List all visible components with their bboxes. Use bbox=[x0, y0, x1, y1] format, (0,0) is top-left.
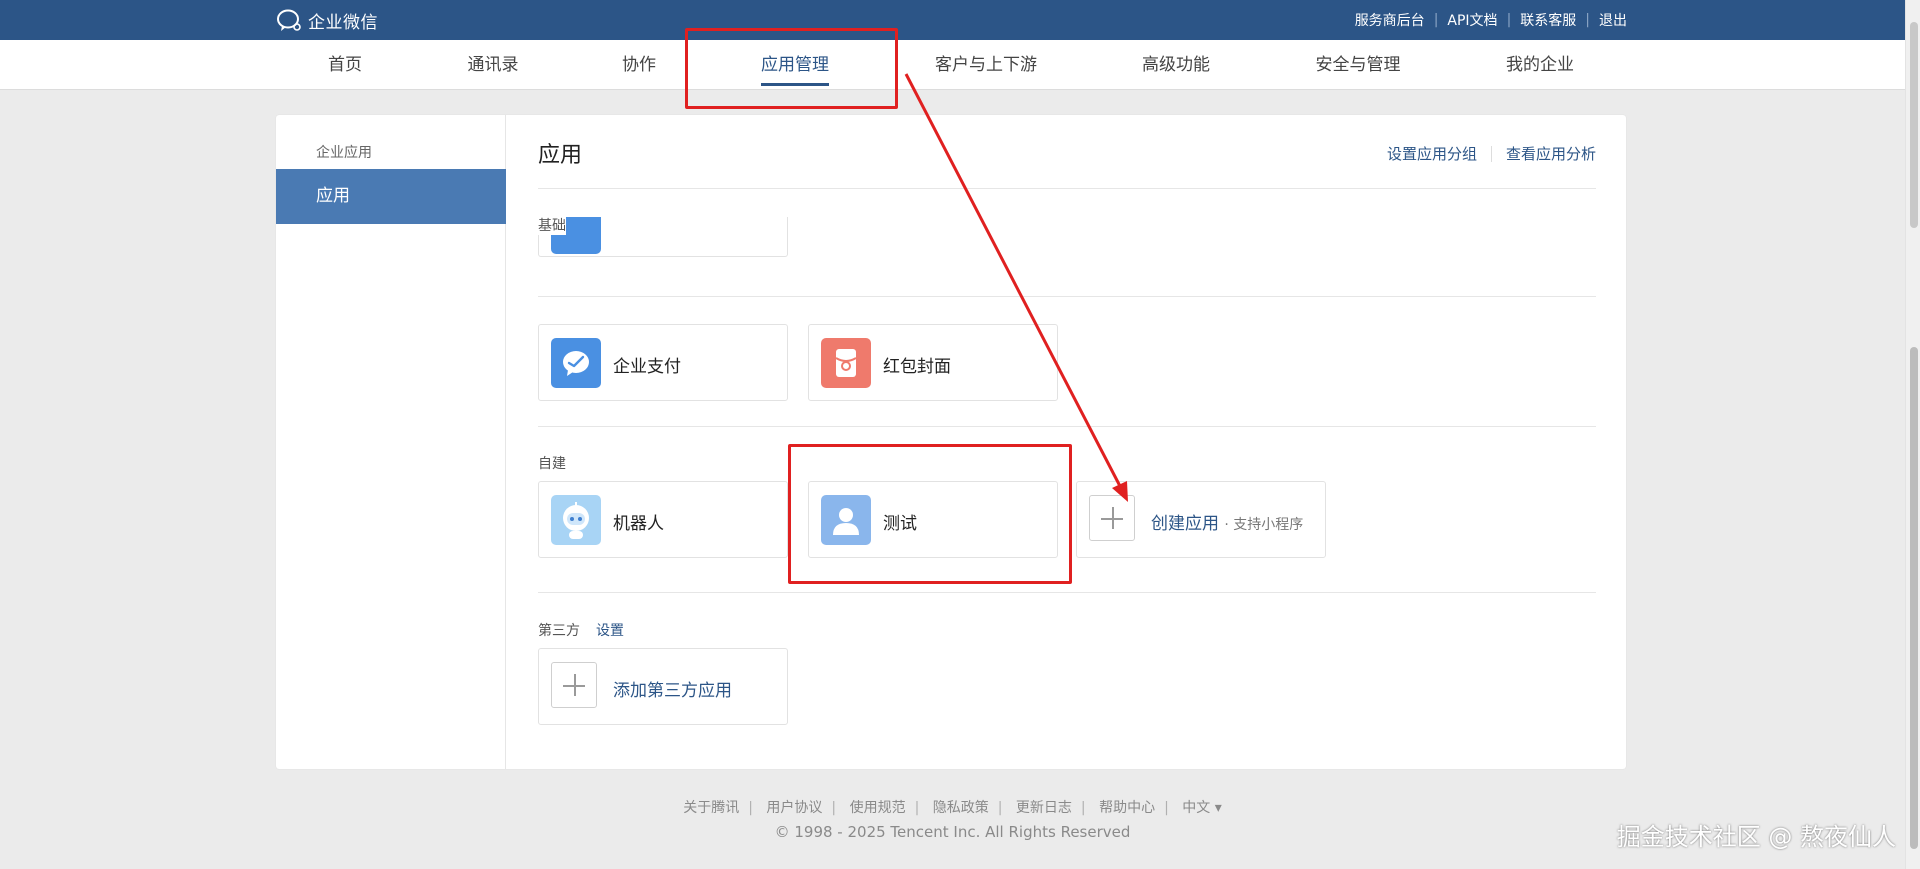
wecom-logo-icon bbox=[277, 9, 301, 31]
divider: | bbox=[1433, 12, 1439, 28]
logo[interactable]: 企业微信 bbox=[276, 8, 378, 33]
nav-home[interactable]: 首页 bbox=[328, 40, 362, 90]
section-label-basic: 基础 bbox=[538, 215, 566, 235]
add-third-party-label: 添加第三方应用 bbox=[613, 681, 732, 701]
divider bbox=[538, 426, 1596, 427]
sidebar-item-apps[interactable]: 应用 bbox=[276, 169, 506, 224]
divider: | bbox=[914, 800, 920, 816]
language-selector[interactable]: 中文 ▾ bbox=[1182, 800, 1221, 816]
footer-links: 关于腾讯 | 用户协议 | 使用规范 | 隐私政策 | 更新日志 | 帮助中心 | 中文 ▾ bbox=[0, 797, 1905, 817]
section-label-third-party: 第三方 bbox=[538, 623, 580, 639]
nav-advanced[interactable]: 高级功能 bbox=[1142, 40, 1210, 90]
nav-security[interactable]: 安全与管理 bbox=[1316, 40, 1401, 90]
create-app-tile[interactable]: 创建应用 · 支持小程序 bbox=[1076, 481, 1326, 558]
app-tile-robot[interactable]: 机器人 bbox=[538, 481, 788, 558]
divider: | bbox=[1506, 12, 1512, 28]
page-scrollbar[interactable] bbox=[1905, 0, 1920, 869]
main-panel: 应用 设置应用分组 查看应用分析 基础 企业支付 红包封面 自建 机器人 测试 … bbox=[538, 115, 1596, 769]
main-nav: 首页 通讯录 协作 应用管理 客户与上下游 高级功能 安全与管理 我的企业 bbox=[0, 40, 1905, 90]
create-app-label: 创建应用 bbox=[1151, 514, 1219, 534]
app-tile-red-packet[interactable]: 红包封面 bbox=[808, 324, 1058, 401]
logo-text: 企业微信 bbox=[308, 12, 378, 33]
footer-changelog-link[interactable]: 更新日志 bbox=[1016, 800, 1072, 816]
plus-icon bbox=[551, 662, 597, 708]
divider: | bbox=[748, 800, 753, 816]
third-party-settings-link[interactable]: 设置 bbox=[596, 620, 624, 640]
section-label-custom: 自建 bbox=[538, 456, 566, 472]
content-card: 企业应用 应用 应用 设置应用分组 查看应用分析 基础 企业支付 红包封面 自建… bbox=[276, 115, 1626, 769]
create-app-subtitle: · 支持小程序 bbox=[1224, 517, 1304, 533]
robot-icon bbox=[551, 495, 601, 545]
app-tile-enterprise-pay[interactable]: 企业支付 bbox=[538, 324, 788, 401]
set-app-group-link[interactable]: 设置应用分组 bbox=[1387, 143, 1477, 164]
nav-my-company[interactable]: 我的企业 bbox=[1506, 40, 1574, 90]
divider bbox=[1490, 145, 1492, 162]
contact-support-link[interactable]: 联系客服 bbox=[1520, 10, 1576, 30]
divider: | bbox=[997, 800, 1003, 816]
annotation-box-test-app bbox=[788, 444, 1072, 584]
sidebar: 企业应用 应用 bbox=[276, 115, 506, 769]
divider: | bbox=[1080, 800, 1086, 816]
divider bbox=[538, 592, 1596, 593]
divider: | bbox=[1164, 800, 1169, 816]
divider bbox=[538, 296, 1596, 297]
page-title: 应用 bbox=[538, 143, 583, 168]
scrollbar-upper-segment[interactable] bbox=[1910, 22, 1918, 228]
app-tile-partial[interactable] bbox=[538, 217, 788, 257]
nav-collaboration[interactable]: 协作 bbox=[622, 40, 656, 90]
app-name: 红包封面 bbox=[883, 357, 951, 377]
footer-about-link[interactable]: 关于腾讯 bbox=[683, 800, 739, 816]
watermark: 掘金技术社区 @ 熬夜仙人 bbox=[1616, 823, 1896, 851]
top-bar: 企业微信 服务商后台 | API文档 | 联系客服 | 退出 bbox=[0, 0, 1905, 40]
divider bbox=[538, 188, 1596, 189]
header-actions: 设置应用分组 查看应用分析 bbox=[1387, 143, 1596, 164]
view-app-analytics-link[interactable]: 查看应用分析 bbox=[1506, 143, 1596, 164]
top-links: 服务商后台 | API文档 | 联系客服 | 退出 bbox=[1355, 0, 1627, 40]
red-packet-icon bbox=[821, 338, 871, 388]
footer-user-agreement-link[interactable]: 用户协议 bbox=[766, 800, 822, 816]
app-name: 机器人 bbox=[613, 514, 664, 534]
footer-help-link[interactable]: 帮助中心 bbox=[1099, 800, 1155, 816]
nav-customers[interactable]: 客户与上下游 bbox=[935, 40, 1037, 90]
payment-icon bbox=[551, 338, 601, 388]
plus-icon bbox=[1089, 495, 1135, 541]
scrollbar-thumb[interactable] bbox=[1910, 347, 1918, 849]
footer-privacy-link[interactable]: 隐私政策 bbox=[933, 800, 989, 816]
service-provider-link[interactable]: 服务商后台 bbox=[1355, 10, 1425, 30]
add-third-party-app-tile[interactable]: 添加第三方应用 bbox=[538, 648, 788, 725]
annotation-box-nav bbox=[685, 28, 898, 109]
app-name: 企业支付 bbox=[613, 357, 681, 377]
sidebar-heading: 企业应用 bbox=[316, 145, 372, 161]
logout-link[interactable]: 退出 bbox=[1599, 10, 1627, 30]
nav-contacts[interactable]: 通讯录 bbox=[468, 40, 519, 90]
divider: | bbox=[1585, 12, 1590, 28]
divider: | bbox=[831, 800, 837, 816]
create-app-text: 创建应用 · 支持小程序 bbox=[1151, 509, 1303, 534]
api-docs-link[interactable]: API文档 bbox=[1447, 10, 1497, 30]
footer-usage-rules-link[interactable]: 使用规范 bbox=[850, 800, 906, 816]
